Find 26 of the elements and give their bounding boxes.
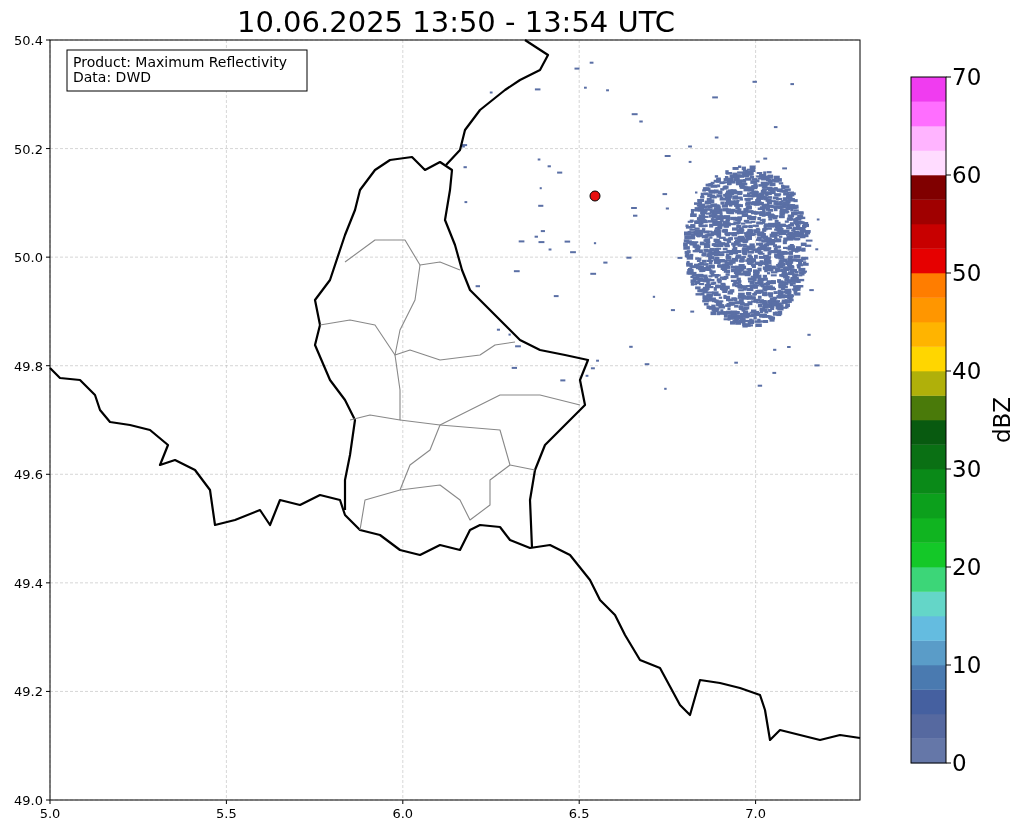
colorbar-tick-label: 0 [952, 750, 967, 776]
colorbar-tick-label: 60 [952, 162, 982, 188]
x-tick-label: 6.0 [392, 806, 414, 821]
y-tick-label: 49.6 [14, 467, 43, 483]
y-tick-label: 49.2 [14, 684, 43, 700]
info-box-text: Data: DWD [73, 69, 151, 85]
colorbar-tick-label: 20 [952, 554, 982, 580]
location-marker [589, 190, 601, 202]
colorbar-tick-label: 50 [952, 260, 982, 286]
colorbar-tick-label: 10 [952, 652, 982, 678]
colorbar-tick-label: 70 [952, 64, 982, 90]
y-tick-label: 49.8 [14, 358, 43, 374]
y-tick-label: 49.4 [14, 575, 43, 591]
info-box-text: Product: Maximum Reflectivity [73, 54, 287, 70]
colorbar-label: dBZ [989, 396, 1015, 444]
y-tick-label: 49.0 [14, 793, 43, 808]
colorbar-tick-label: 30 [952, 456, 982, 482]
x-tick-label: 7.0 [745, 806, 766, 821]
x-tick-label: 5.5 [216, 806, 237, 821]
y-tick-label: 50.0 [14, 250, 43, 266]
y-tick-label: 50.2 [14, 141, 43, 157]
y-tick-label: 50.4 [14, 33, 43, 48]
chart-title: 10.06.2025 13:50 - 13:54 UTC [237, 5, 675, 39]
colorbar-tick-label: 40 [952, 358, 982, 384]
x-tick-label: 5.0 [39, 806, 61, 821]
x-tick-label: 6.5 [568, 806, 590, 821]
